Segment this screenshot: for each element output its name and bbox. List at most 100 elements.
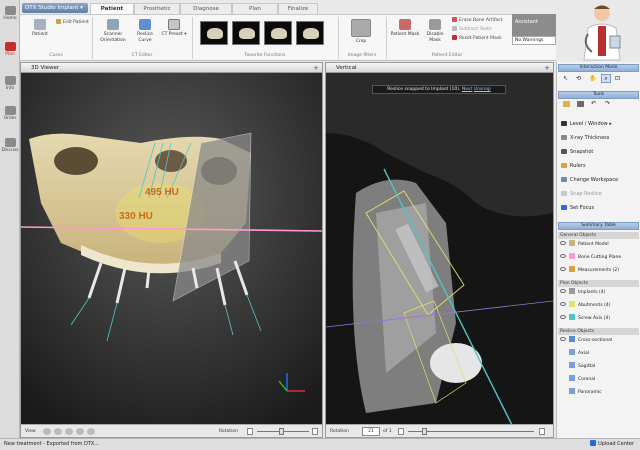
erase-bone-artifact-label: Erase Bone Artifact	[459, 18, 503, 23]
scanner-orientation-button[interactable]: Scanner Orientation	[96, 19, 130, 43]
edit-patient-button[interactable]: Edit Patient	[56, 19, 89, 26]
view-back-icon[interactable]	[87, 428, 95, 435]
maximize-icon[interactable]: +	[313, 63, 319, 73]
tab-plan[interactable]: Plan	[232, 3, 278, 14]
nav-plan[interactable]: Plan	[0, 42, 20, 57]
view-top-icon[interactable]	[76, 428, 84, 435]
tool-level-window[interactable]: Level / Window ▸	[561, 120, 612, 128]
reslice-notice: Reslice snapped to Implant (10). Next Un…	[372, 85, 506, 94]
eye-icon[interactable]	[560, 241, 566, 245]
disable-mask-label: Disable Mask	[426, 32, 444, 43]
eye-hidden-icon[interactable]	[560, 376, 566, 380]
measurement-icon	[569, 266, 575, 272]
upload-center-button[interactable]: Upload Center	[590, 439, 634, 450]
screw-axis-label: Screw Axis (4)	[578, 316, 611, 321]
favorite-preset-3[interactable]	[264, 21, 292, 45]
viewer-vertical-canvas[interactable]	[326, 73, 553, 425]
pointer-icon[interactable]: ↖	[563, 75, 568, 82]
info-icon	[4, 76, 16, 85]
tool-rulers[interactable]: Rulers	[561, 162, 586, 170]
erase-bone-artifact-button[interactable]: Erase Bone Artifact	[452, 17, 502, 24]
favorite-preset-1[interactable]	[200, 21, 228, 45]
eye-hidden-icon[interactable]	[560, 363, 566, 367]
favorite-preset-4[interactable]	[296, 21, 324, 45]
eye-icon[interactable]	[560, 337, 566, 341]
view-front-icon[interactable]	[43, 428, 51, 435]
maximize-icon[interactable]: +	[544, 63, 550, 73]
patient-button[interactable]: Patient	[26, 19, 54, 38]
object-screw-axis[interactable]: Screw Axis (4)	[560, 314, 610, 323]
crop-button[interactable]: Crop	[346, 19, 376, 45]
tool-set-focus[interactable]: Set Focus	[561, 204, 594, 212]
eye-icon[interactable]	[560, 302, 566, 306]
tool-snapshot[interactable]: Snapshot	[561, 148, 593, 156]
undo-icon[interactable]: ↶	[591, 100, 596, 107]
eraser-icon	[452, 17, 457, 22]
tab-prosthetic[interactable]: Prosthetic	[134, 3, 180, 14]
save-icon[interactable]	[577, 101, 584, 107]
vertical-rotation-slider-thumb[interactable]	[422, 428, 427, 435]
subtract-teeth-button[interactable]: Subtract Teeth	[452, 26, 492, 33]
rotation-slider-thumb[interactable]	[279, 428, 284, 435]
rotation-value-input[interactable]: 21	[362, 427, 380, 436]
zoom-icon[interactable]: ⌕	[601, 74, 611, 83]
eye-hidden-icon[interactable]	[560, 350, 566, 354]
tool-change-workspace[interactable]: Change Workspace	[561, 176, 618, 184]
eye-icon[interactable]	[560, 254, 566, 258]
object-sagittal[interactable]: Sagittal	[560, 362, 595, 371]
open-icon[interactable]	[563, 101, 570, 107]
redo-icon[interactable]: ↷	[605, 100, 610, 107]
patient-mask-button[interactable]: Patient Mask	[390, 19, 420, 38]
app-menu-button[interactable]: DTX Studio Implant ▾	[22, 3, 88, 13]
tools-header: Tools	[558, 91, 639, 99]
nav-discuss[interactable]: Discuss	[0, 138, 20, 153]
viewer-3d[interactable]: 3D Viewer + 495 HU 330 HU View Rotation	[20, 62, 323, 438]
object-implants[interactable]: Implants (4)	[560, 288, 605, 297]
assistant-label: Assistant	[515, 19, 538, 25]
rotation-left-button[interactable]	[247, 428, 253, 435]
eye-hidden-icon[interactable]	[560, 389, 566, 393]
nav-info[interactable]: Info	[0, 76, 20, 91]
favorite-preset-2[interactable]	[232, 21, 260, 45]
viewer-3d-canvas[interactable]: 495 HU 330 HU	[21, 73, 322, 425]
sagittal-icon	[569, 362, 575, 368]
focus-icon	[561, 205, 567, 210]
interaction-mode-toolbar: ↖ ⟲ ✋ ⌕ ⊡	[563, 74, 635, 83]
reset-patient-mask-button[interactable]: Reset Patient Mask	[452, 35, 502, 42]
sinus-left	[54, 147, 98, 175]
object-measurements[interactable]: Measurements (2)	[560, 266, 619, 275]
eye-icon[interactable]	[560, 315, 566, 319]
viewer-vertical[interactable]: Vertical + Reslice snapped to Implant (10…	[325, 62, 554, 438]
reslice-curve-button[interactable]: Reslice Curve	[132, 19, 158, 43]
rotation-right-button[interactable]	[312, 428, 318, 435]
object-patient-model[interactable]: Patient Model	[560, 240, 609, 249]
reslice-unsnap-link[interactable]: Unsnap	[474, 87, 491, 92]
object-bone-cutting-plane[interactable]: Bone Cutting Plane	[560, 253, 621, 262]
home-icon	[4, 6, 16, 15]
reslice-next-link[interactable]: Next	[462, 87, 472, 92]
object-cross-sectional[interactable]: Cross-sectional	[560, 336, 612, 345]
view-right-icon[interactable]	[65, 428, 73, 435]
vertical-rotation-right-button[interactable]	[539, 428, 545, 435]
eye-icon[interactable]	[560, 267, 566, 271]
nav-home[interactable]: Home	[0, 6, 20, 21]
disable-mask-icon	[429, 19, 441, 30]
object-coronal[interactable]: Coronal	[560, 375, 595, 384]
vertical-rotation-left-button[interactable]	[398, 428, 404, 435]
ct-preset-button[interactable]: CT Preset ▾	[160, 19, 188, 38]
tab-finalize[interactable]: Finalize	[278, 3, 318, 14]
object-panoramic[interactable]: Panoramic	[560, 388, 602, 397]
eye-icon[interactable]	[560, 289, 566, 293]
nav-order[interactable]: Order	[0, 106, 20, 121]
assistant-panel[interactable]: Assistant	[512, 14, 556, 36]
object-abutments[interactable]: Abutments (4)	[560, 301, 610, 310]
rotate-icon[interactable]: ⟲	[576, 75, 581, 82]
tab-diagnose[interactable]: Diagnose	[180, 3, 232, 14]
view-left-icon[interactable]	[54, 428, 62, 435]
tool-xray-thickness[interactable]: X-ray Thickness	[561, 134, 609, 142]
disable-mask-button[interactable]: Disable Mask	[422, 19, 448, 43]
object-axial[interactable]: Axial	[560, 349, 589, 358]
zoom-region-icon[interactable]: ⊡	[615, 75, 620, 82]
tool-snap-reslice[interactable]: Snap Reslice	[561, 190, 602, 198]
pan-icon[interactable]: ✋	[589, 75, 596, 82]
